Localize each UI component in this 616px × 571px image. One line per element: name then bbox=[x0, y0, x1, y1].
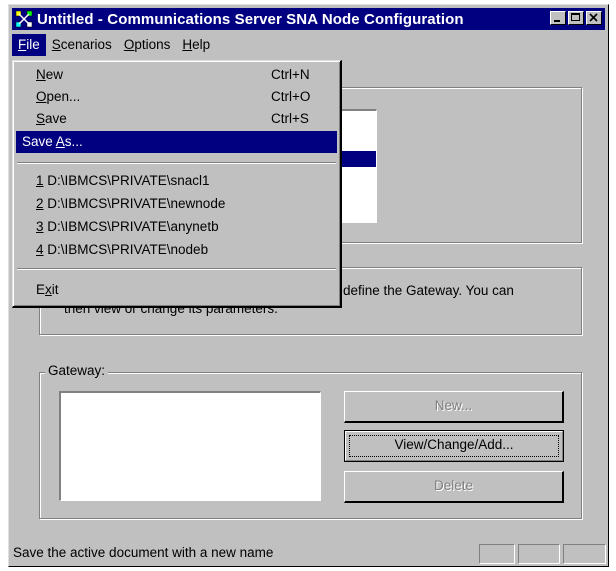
new-label: ew bbox=[45, 67, 64, 82]
new-shortcut: Ctrl+N bbox=[271, 67, 310, 82]
window-title: Untitled - Communications Server SNA Nod… bbox=[37, 10, 464, 28]
menu-item-exit[interactable]: Exit bbox=[16, 279, 337, 301]
save-as-label: s... bbox=[64, 134, 83, 149]
menu-separator bbox=[17, 162, 336, 164]
menu-scenarios-label: cenarios bbox=[60, 37, 112, 52]
open-label-mnemonic: O bbox=[36, 89, 47, 104]
status-pane-2 bbox=[518, 544, 560, 564]
status-bar: Save the active document with a new name bbox=[11, 542, 606, 564]
status-pane-3 bbox=[563, 544, 606, 564]
menu-help-mnemonic: H bbox=[182, 37, 193, 52]
exit-label-mnemonic: x bbox=[45, 282, 52, 297]
menu-file[interactable]: File bbox=[12, 34, 46, 56]
menu-scenarios[interactable]: Scenarios bbox=[46, 34, 118, 56]
menu-help-label: elp bbox=[192, 37, 211, 52]
recent-1-mnemonic: 1 bbox=[36, 173, 44, 188]
gateway-delete-button[interactable]: Delete bbox=[344, 471, 564, 503]
close-button[interactable] bbox=[586, 11, 602, 25]
save-as-label-pre: Save bbox=[22, 134, 56, 149]
save-shortcut: Ctrl+S bbox=[271, 111, 309, 126]
recent-2-mnemonic: 2 bbox=[36, 196, 44, 211]
maximize-icon bbox=[571, 13, 580, 21]
recent-2-label: D:\IBMCS\PRIVATE\newnode bbox=[43, 196, 226, 211]
gateway-view-change-add-button[interactable]: View/Change/Add... bbox=[344, 430, 564, 462]
recent-3-mnemonic: 3 bbox=[36, 219, 44, 234]
app-network-icon[interactable] bbox=[15, 10, 33, 28]
menu-item-save-as[interactable]: Save As... bbox=[16, 131, 337, 153]
menu-item-new[interactable]: New Ctrl+N bbox=[16, 64, 337, 86]
description-line-1: define the Gateway. You can bbox=[343, 283, 514, 298]
menu-file-mnemonic: F bbox=[18, 37, 27, 52]
menu-bar: File Scenarios Options Help bbox=[12, 34, 605, 56]
close-icon bbox=[589, 13, 598, 22]
save-label-mnemonic: S bbox=[36, 111, 46, 126]
menu-options-mnemonic: O bbox=[123, 37, 135, 52]
menu-item-recent-3[interactable]: 3 D:\IBMCS\PRIVATE\anynetb bbox=[16, 216, 337, 238]
minimize-button[interactable] bbox=[550, 11, 566, 25]
maximize-button[interactable] bbox=[568, 11, 584, 25]
menu-item-recent-1[interactable]: 1 D:\IBMCS\PRIVATE\snacl1 bbox=[16, 170, 337, 192]
recent-4-label: D:\IBMCS\PRIVATE\nodeb bbox=[43, 242, 209, 257]
menu-options[interactable]: Options bbox=[118, 34, 177, 56]
file-menu-dropdown: New Ctrl+N Open... Ctrl+O Save Ctrl+S Sa… bbox=[12, 60, 342, 308]
open-shortcut: Ctrl+O bbox=[271, 89, 311, 104]
menu-item-open[interactable]: Open... Ctrl+O bbox=[16, 86, 337, 108]
title-bar[interactable]: Untitled - Communications Server SNA Nod… bbox=[12, 8, 605, 30]
exit-label: it bbox=[51, 282, 59, 297]
minimize-icon bbox=[554, 20, 560, 22]
menu-item-save[interactable]: Save Ctrl+S bbox=[16, 108, 337, 130]
gateway-new-button[interactable]: New... bbox=[344, 391, 564, 423]
open-label: pen... bbox=[46, 89, 81, 104]
recent-3-label: D:\IBMCS\PRIVATE\anynetb bbox=[43, 219, 219, 234]
menu-item-recent-2[interactable]: 2 D:\IBMCS\PRIVATE\newnode bbox=[16, 193, 337, 215]
menu-item-recent-4[interactable]: 4 D:\IBMCS\PRIVATE\nodeb bbox=[16, 239, 337, 261]
gateway-listbox[interactable] bbox=[59, 391, 321, 501]
save-label: ave bbox=[45, 111, 67, 126]
menu-help[interactable]: Help bbox=[176, 34, 216, 56]
save-as-label-mnemonic: A bbox=[55, 134, 65, 149]
exit-label-pre: E bbox=[36, 282, 46, 297]
recent-1-label: D:\IBMCS\PRIVATE\snacl1 bbox=[43, 173, 210, 188]
menu-options-label: ptions bbox=[134, 37, 171, 52]
menu-scenarios-mnemonic: S bbox=[51, 37, 61, 52]
status-text: Save the active document with a new name bbox=[13, 545, 274, 560]
gateway-view-change-add-label: View/Change/Add... bbox=[394, 437, 514, 452]
menu-file-label: ile bbox=[26, 37, 40, 52]
new-label-mnemonic: N bbox=[36, 67, 46, 82]
status-pane-1 bbox=[479, 544, 515, 564]
recent-4-mnemonic: 4 bbox=[36, 242, 44, 257]
menu-separator bbox=[17, 268, 336, 270]
gateway-label: Gateway: bbox=[45, 363, 109, 378]
